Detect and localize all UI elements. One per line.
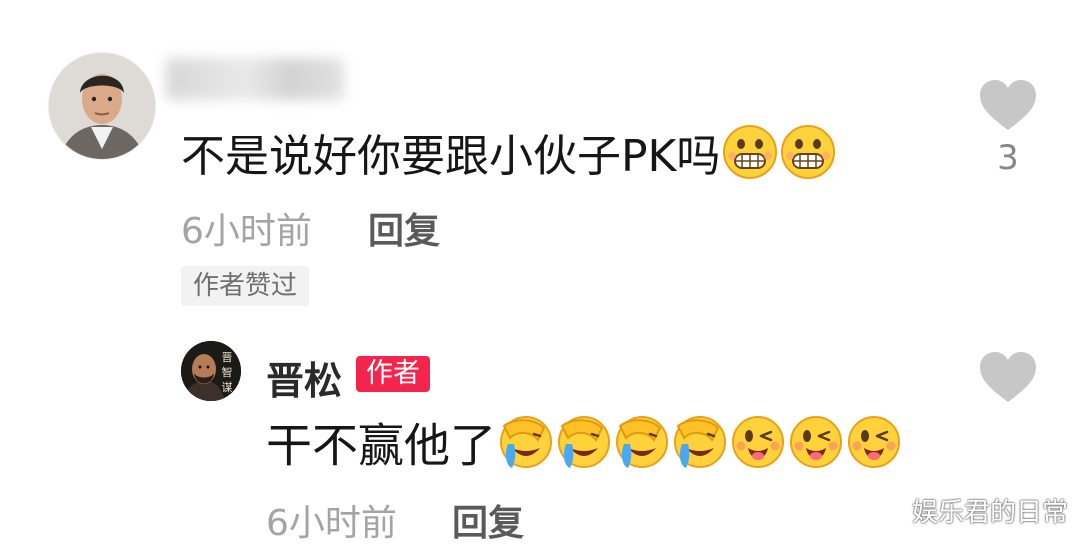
comment-time: 6小时前 <box>181 211 312 252</box>
wink-tongue-emoji-icon <box>846 414 902 484</box>
grin-emoji-icon <box>780 124 836 194</box>
facepalm-laugh-emoji-icon <box>556 414 612 484</box>
author-badge: 作者 <box>356 356 430 392</box>
commenter-name-blurred[interactable] <box>166 58 344 100</box>
svg-text:谋: 谋 <box>222 381 233 394</box>
reply-time: 6小时前 <box>266 503 397 544</box>
facepalm-laugh-emoji-icon <box>498 414 554 484</box>
reply-text: 干不赢他了 <box>266 414 902 484</box>
grin-emoji-icon <box>722 124 778 194</box>
facepalm-laugh-emoji-icon <box>672 414 728 484</box>
reply-like-button[interactable] <box>978 352 1038 408</box>
author-avatar[interactable]: 晋 智 谋 <box>181 341 241 401</box>
like-count: 3 <box>997 138 1019 178</box>
svg-text:晋: 晋 <box>222 351 233 364</box>
comment-like-button[interactable]: 3 <box>978 80 1038 178</box>
wink-tongue-emoji-icon <box>788 414 844 484</box>
svg-text:智: 智 <box>222 365 233 379</box>
comment-reply-button[interactable]: 回复 <box>368 202 440 254</box>
heart-icon <box>979 352 1037 408</box>
comment-text: 不是说好你要跟小伙子PK吗 <box>181 124 836 194</box>
reply-reply-button[interactable]: 回复 <box>452 494 524 546</box>
author-liked-tag: 作者赞过 <box>181 266 310 306</box>
commenter-avatar[interactable] <box>48 52 156 160</box>
heart-icon <box>979 80 1037 136</box>
reply-body: 干不赢他了 <box>266 418 496 473</box>
watermark: 娱乐君的日常 <box>911 498 1068 528</box>
comment-body: 不是说好你要跟小伙子PK吗 <box>181 131 721 182</box>
wink-tongue-emoji-icon <box>730 414 786 484</box>
author-name[interactable]: 晋松 <box>266 350 342 405</box>
facepalm-laugh-emoji-icon <box>614 414 670 484</box>
